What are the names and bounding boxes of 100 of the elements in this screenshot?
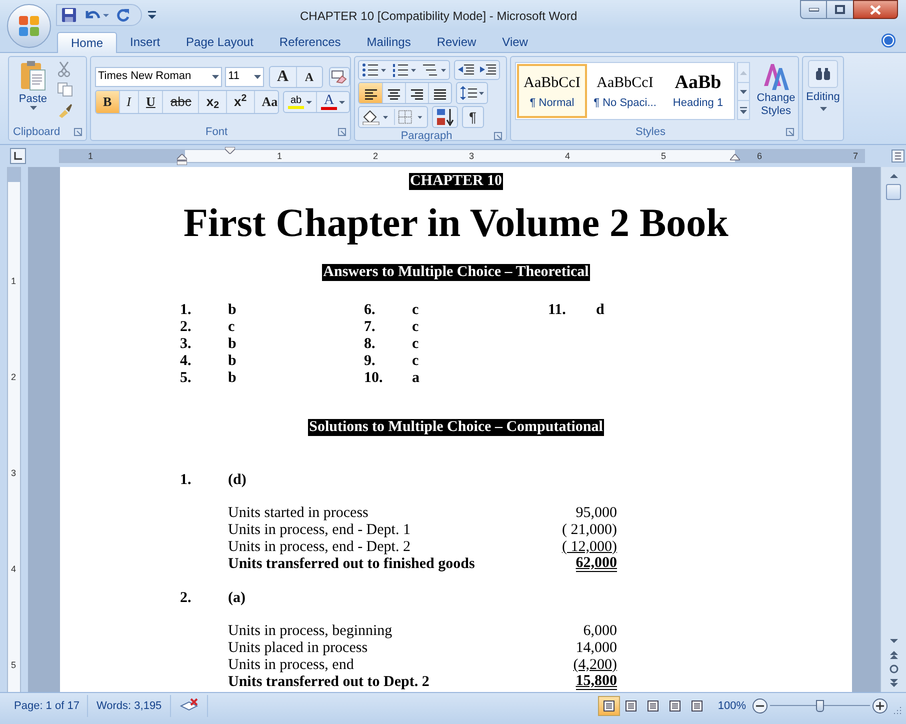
font-color-button[interactable]: A (316, 92, 349, 112)
item-number: 2. (180, 590, 192, 607)
ribbon-tab[interactable]: View (489, 31, 541, 52)
dropdown-arrow-icon (30, 106, 36, 110)
clear-formatting-button[interactable] (328, 66, 350, 86)
print-layout-icon (602, 700, 615, 712)
amount: 62,000 (576, 556, 617, 572)
zoom-out-icon[interactable] (752, 698, 768, 714)
dialog-launcher-icon[interactable] (494, 132, 502, 140)
close-button[interactable] (853, 0, 898, 19)
bold-button[interactable]: B (96, 91, 119, 113)
amount: 95,000 (576, 505, 617, 522)
amount: (4,200) (573, 657, 617, 674)
help-icon[interactable] (881, 33, 896, 48)
group-label: Paragraph (400, 128, 452, 144)
zoom-slider[interactable] (770, 700, 870, 712)
eraser-icon (331, 70, 348, 84)
document-title: First Chapter in Volume 2 Book (182, 200, 730, 246)
ribbon-tab[interactable]: Home (57, 32, 118, 53)
style-gallery-item[interactable]: AaBb Heading 1 (663, 64, 733, 118)
sort-icon (436, 108, 454, 126)
increase-indent-icon[interactable] (480, 63, 496, 77)
answer-letter: (a) (228, 590, 246, 607)
zoom-thumb[interactable] (816, 700, 824, 712)
show-formatting-button[interactable]: ¶ (462, 106, 484, 128)
line-label: Units transferred out to finished goods (228, 556, 475, 573)
word-count[interactable]: Words: 3,195 (88, 695, 171, 717)
ruler-number: 5 (661, 150, 666, 162)
line-label: Units in process, end (228, 657, 354, 674)
ruler-number: 3 (469, 150, 474, 162)
font-name-field[interactable]: Times New Roman (95, 66, 222, 86)
ribbon-tab[interactable]: Insert (117, 31, 174, 52)
highlight-button[interactable]: ab (284, 92, 316, 112)
underline-button[interactable]: U (138, 91, 162, 113)
line-label: Units placed in process (228, 640, 368, 657)
grow-font-button[interactable]: A (270, 66, 296, 86)
section-heading: Answers to Multiple Choice – Theoretical (322, 264, 590, 281)
item-number: 1. (180, 302, 192, 319)
gallery-scrollbar[interactable] (737, 62, 750, 120)
align-left-button[interactable] (359, 83, 382, 103)
line-label: Units in process, end - Dept. 1 (228, 522, 410, 539)
shrink-font-button[interactable]: A (296, 66, 322, 86)
dialog-launcher-icon[interactable] (74, 128, 82, 136)
font-size-field[interactable]: 11 (225, 66, 264, 86)
numbering-icon[interactable] (392, 63, 416, 77)
dialog-launcher-icon[interactable] (338, 128, 346, 136)
italic-button[interactable]: I (118, 91, 138, 113)
align-lines-icon (410, 88, 424, 100)
save-icon[interactable] (61, 7, 77, 23)
customize-toolbar-icon[interactable] (148, 10, 156, 20)
amount: 15,800 (576, 674, 617, 690)
restore-button[interactable] (827, 0, 853, 19)
paintbrush-icon[interactable] (57, 102, 73, 118)
paint-bucket-icon[interactable] (362, 109, 388, 125)
chapter-label: CHAPTER 10 (408, 173, 504, 190)
first-line-indent-icon[interactable] (225, 147, 235, 154)
style-gallery-item[interactable]: AaBbCcI ¶ Normal (517, 64, 587, 118)
ribbon-tab[interactable]: Review (424, 31, 490, 52)
view-ruler-icon[interactable] (891, 149, 905, 163)
more-styles-icon[interactable] (740, 106, 747, 114)
office-button[interactable] (7, 4, 51, 48)
scroll-down-icon[interactable] (740, 90, 747, 94)
line-spacing-button[interactable] (456, 82, 488, 104)
ribbon-tab[interactable]: Mailings (354, 31, 424, 52)
multilevel-list-icon[interactable] (422, 63, 446, 77)
bullets-icon[interactable] (362, 63, 386, 77)
line-label: Units started in process (228, 505, 368, 522)
ruler-number: 1 (277, 150, 282, 162)
dropdown-arrow-icon (306, 100, 312, 104)
indent-marker-icon[interactable] (177, 154, 187, 165)
superscript-button[interactable]: x$^{2}$ (226, 91, 254, 113)
subscript-button[interactable]: x$_{2}$ (198, 91, 226, 113)
dialog-launcher-icon[interactable] (786, 128, 794, 136)
answer-letter: d (596, 302, 604, 319)
redo-icon[interactable] (115, 7, 131, 23)
paste-button[interactable]: Paste (15, 60, 51, 124)
resize-grip-icon[interactable] (892, 705, 902, 715)
ruler-number: 7 (853, 150, 858, 162)
borders-icon[interactable] (394, 109, 424, 125)
view-button[interactable] (598, 696, 620, 716)
right-indent-icon[interactable] (730, 154, 740, 161)
style-gallery-item[interactable]: AaBbCcI ¶ No Spaci... (590, 64, 660, 118)
change-styles-button[interactable]: Change Styles (754, 62, 798, 124)
ribbon-tab[interactable]: Page Layout (173, 31, 266, 52)
zoom-level[interactable]: 100% (712, 695, 752, 717)
item-number: 9. (364, 353, 376, 370)
ribbon-tab[interactable]: References (266, 31, 354, 52)
sort-button[interactable] (432, 106, 458, 128)
page-count[interactable]: Page: 1 of 17 (6, 695, 88, 717)
tab-selector[interactable] (10, 148, 26, 164)
vertical-scrollbar[interactable] (880, 167, 906, 692)
minimize-button[interactable] (800, 0, 827, 19)
answer-letter: (d) (228, 472, 246, 489)
group-label: Styles (636, 124, 666, 140)
zoom-in-icon[interactable] (872, 698, 888, 714)
decrease-indent-icon[interactable] (458, 63, 474, 77)
editing-button[interactable]: Editing (803, 57, 843, 111)
scroll-thumb[interactable] (886, 184, 901, 200)
strikethrough-button[interactable]: abc (162, 91, 198, 113)
answer-letter: c (412, 319, 419, 336)
